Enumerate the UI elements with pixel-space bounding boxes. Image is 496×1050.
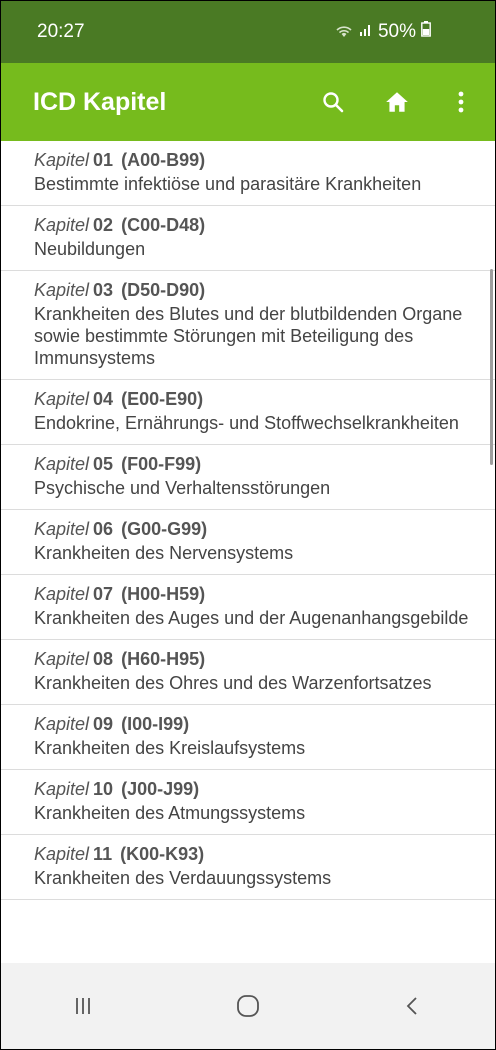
chapter-label: Kapitel — [34, 714, 90, 734]
chapter-label: Kapitel — [34, 389, 90, 409]
chapter-description: Endokrine, Ernährungs- und Stoffwechselk… — [34, 413, 459, 433]
chapter-range: (D50-D90) — [121, 280, 206, 300]
chapter-range: (J00-J99) — [121, 779, 200, 799]
chapter-description: Krankheiten des Ohres und des Warzenfort… — [34, 673, 432, 693]
chapter-description: Krankheiten des Atmungssystems — [34, 803, 306, 823]
list-item[interactable]: Kapitel 11 (K00-K93) Krankheiten des Verda… — [1, 835, 495, 900]
chapter-label: Kapitel — [34, 454, 90, 474]
chapter-range: (K00-K93) — [120, 844, 205, 864]
chapter-number: 10 — [93, 779, 114, 799]
scrollbar-thumb[interactable] — [490, 269, 493, 465]
home-icon[interactable] — [375, 80, 419, 124]
chapter-description: Krankheiten des Verdauungssystems — [34, 868, 332, 888]
chapter-range: (H60-H95) — [121, 649, 206, 669]
list-item[interactable]: Kapitel 09 (I00-I99) Krankheiten des Kreis… — [1, 705, 495, 770]
recent-apps-icon[interactable] — [53, 976, 113, 1036]
chapter-number: 02 — [93, 215, 114, 235]
chapter-description: Krankheiten des Kreislaufsystems — [34, 738, 306, 758]
chapter-description: Krankheiten des Auges und der Augenanhan… — [34, 608, 469, 628]
chapter-number: 08 — [93, 649, 114, 669]
chapter-description: Psychische und Verhaltensstörungen — [34, 478, 331, 498]
home-button-icon[interactable] — [218, 976, 278, 1036]
chapter-range: (H00-H59) — [121, 584, 206, 604]
chapter-description: Krankheiten des Nervensystems — [34, 543, 294, 563]
chapter-number: 03 — [93, 280, 114, 300]
battery-level: 50% — [377, 21, 416, 42]
chapter-label: Kapitel — [34, 844, 90, 864]
list-item[interactable]: Kapitel 08 (H60-H95) Krankheiten des Ohres… — [1, 640, 495, 705]
chapter-number: 07 — [93, 584, 114, 604]
chapter-range: (I00-I99) — [121, 714, 190, 734]
back-icon[interactable] — [383, 976, 443, 1036]
chapter-label: Kapitel — [34, 584, 90, 604]
chapter-range: (E00-E90) — [121, 389, 204, 409]
chapter-number: 09 — [93, 714, 114, 734]
chapter-label: Kapitel — [34, 215, 90, 235]
status-bar: 20:27 50% — [1, 1, 495, 63]
chapter-range: (G00-G99) — [121, 519, 208, 539]
search-icon[interactable] — [311, 80, 355, 124]
chapter-number: 05 — [93, 454, 114, 474]
chapter-range: (F00-F99) — [121, 454, 202, 474]
chapter-number: 06 — [93, 519, 114, 539]
chapter-number: 11 — [93, 844, 113, 864]
list-item[interactable]: Kapitel 04 (E00-E90) Endokrine, Ernährungs… — [1, 380, 495, 445]
list-item[interactable]: Kapitel 06 (G00-G99) Krankheiten des Nerve… — [1, 510, 495, 575]
list-item[interactable]: Kapitel 01 (A00-B99) Bestimmte infektiöse … — [1, 141, 495, 206]
app-bar: ICD Kapitel — [1, 63, 495, 141]
chapter-range: (C00-D48) — [121, 215, 206, 235]
status-time: 20:27 — [37, 21, 85, 42]
chapter-label: Kapitel — [34, 150, 90, 170]
status-indicators: 50% — [334, 21, 431, 43]
list-item[interactable]: Kapitel 05 (F00-F99) Psychische und Verhal… — [1, 445, 495, 510]
list-item[interactable]: Kapitel 10 (J00-J99) Krankheiten des Atmun… — [1, 770, 495, 835]
system-nav-bar — [1, 963, 495, 1049]
chapter-description: Bestimmte infektiöse und parasitäre Kran… — [34, 174, 422, 194]
chapter-label: Kapitel — [34, 779, 90, 799]
chapter-range: (A00-B99) — [121, 150, 206, 170]
signal-icon — [359, 21, 373, 43]
wifi-icon — [334, 23, 354, 42]
chapter-label: Kapitel — [34, 519, 90, 539]
list-item[interactable]: Kapitel 07 (H00-H59) Krankheiten des Auges… — [1, 575, 495, 640]
battery-icon — [421, 21, 431, 43]
chapter-number: 01 — [93, 150, 114, 170]
page-title: ICD Kapitel — [33, 87, 167, 116]
chapter-label: Kapitel — [34, 280, 90, 300]
list-item[interactable]: Kapitel 02 (C00-D48) Neubildungen — [1, 206, 495, 271]
chapter-number: 04 — [93, 389, 114, 409]
list-item[interactable]: Kapitel 03 (D50-D90) Krankheiten des Blute… — [1, 271, 495, 380]
chapter-description: Krankheiten des Blutes und der blutbilde… — [34, 304, 463, 368]
chapter-list[interactable]: Kapitel 01 (A00-B99) Bestimmte infektiöse … — [1, 141, 495, 963]
chapter-description: Neubildungen — [34, 239, 146, 259]
phone-screen: 20:27 50% ICD Kapitel Kapitel 01 (A00-B9… — [0, 0, 496, 1050]
more-vert-icon[interactable] — [439, 80, 483, 124]
chapter-label: Kapitel — [34, 649, 90, 669]
